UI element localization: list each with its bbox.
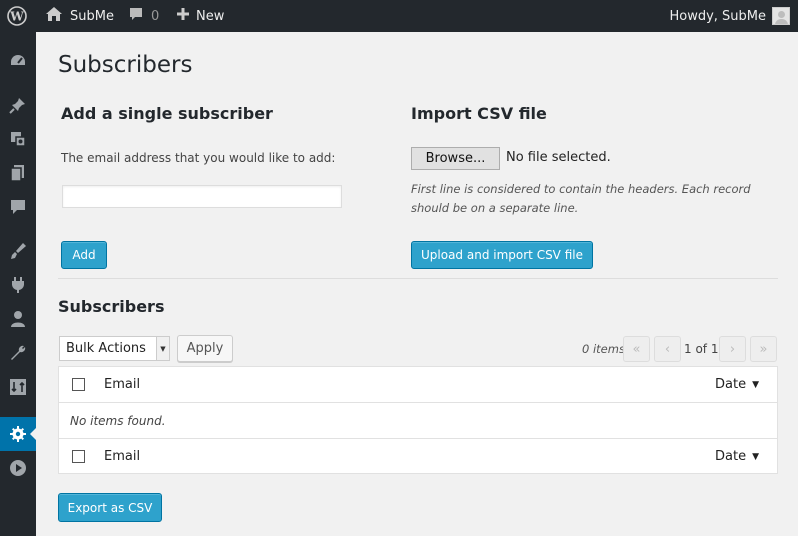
subscribers-heading: Subscribers	[58, 297, 165, 316]
apply-button[interactable]: Apply	[177, 335, 233, 362]
email-description: The email address that you would like to…	[61, 151, 336, 165]
subscribers-table: Email Date ▼ No items found. Email Date …	[58, 366, 778, 474]
comments-link[interactable]: 0	[128, 0, 159, 32]
email-field[interactable]	[62, 185, 342, 208]
play-icon[interactable]	[0, 451, 36, 485]
select-all-checkbox[interactable]	[72, 378, 85, 391]
comment-bubble-icon	[128, 6, 144, 26]
import-csv-heading: Import CSV file	[411, 104, 547, 123]
table-empty-row: No items found.	[59, 403, 777, 439]
add-button[interactable]: Add	[61, 241, 107, 269]
site-name-link[interactable]: SubMe	[45, 0, 114, 32]
export-csv-button[interactable]: Export as CSV	[58, 493, 162, 522]
pin-icon[interactable]	[0, 88, 36, 122]
settings-icon[interactable]	[0, 417, 36, 451]
howdy-text: Howdy, SubMe	[669, 8, 766, 24]
sort-caret-icon: ▼	[752, 379, 759, 390]
admin-sidebar	[0, 32, 36, 536]
column-date-sort[interactable]: Date ▼	[715, 377, 759, 392]
last-page-button[interactable]: »	[750, 336, 777, 362]
browse-button[interactable]: Browse...	[411, 147, 500, 170]
admin-bar: W SubMe 0 New Howdy, SubMe	[0, 0, 798, 32]
comments-count: 0	[151, 8, 160, 24]
tools-icon[interactable]	[0, 336, 36, 370]
bulk-actions-value: Bulk Actions	[66, 341, 146, 356]
chevron-down-icon: ▼	[156, 337, 169, 360]
no-file-text: No file selected.	[506, 150, 611, 165]
csv-note: First line is considered to contain the …	[411, 182, 751, 215]
appearance-icon[interactable]	[0, 234, 36, 268]
table-footer-row: Email Date ▼	[59, 438, 777, 474]
column-email[interactable]: Email	[104, 377, 140, 392]
home-icon	[45, 6, 63, 26]
avatar	[772, 7, 790, 25]
page-indicator: 1 of 1	[684, 342, 719, 356]
account-menu[interactable]: Howdy, SubMe	[669, 0, 790, 32]
column-date-label-footer: Date	[715, 449, 747, 464]
new-content-link[interactable]: New	[176, 0, 224, 32]
pages-icon[interactable]	[0, 156, 36, 190]
site-name: SubMe	[70, 8, 114, 24]
prev-page-button[interactable]: ‹	[654, 336, 681, 362]
column-date-sort-footer[interactable]: Date ▼	[715, 449, 759, 464]
dashboard-icon[interactable]	[0, 44, 36, 78]
table-header-row: Email Date ▼	[59, 367, 777, 403]
comments-icon[interactable]	[0, 190, 36, 224]
wordpress-logo-icon[interactable]: W	[7, 0, 27, 32]
column-email-footer[interactable]: Email	[104, 449, 140, 464]
new-label: New	[196, 8, 225, 24]
svg-text:W: W	[9, 10, 24, 24]
import-export-icon[interactable]	[0, 370, 36, 404]
add-single-heading: Add a single subscriber	[61, 104, 273, 123]
media-icon[interactable]	[0, 122, 36, 156]
page-title: Subscribers	[58, 52, 193, 78]
upload-import-button[interactable]: Upload and import CSV file	[411, 241, 593, 269]
section-divider	[58, 278, 778, 279]
no-items-text: No items found.	[70, 414, 166, 428]
items-count: 0 items	[582, 342, 625, 356]
plugins-icon[interactable]	[0, 268, 36, 302]
bulk-actions-select[interactable]: Bulk Actions ▼	[59, 336, 170, 361]
sort-caret-icon: ▼	[752, 451, 759, 462]
next-page-button[interactable]: ›	[719, 336, 746, 362]
column-date-label: Date	[715, 377, 747, 392]
users-icon[interactable]	[0, 302, 36, 336]
first-page-button[interactable]: «	[623, 336, 650, 362]
plus-icon	[176, 7, 190, 25]
select-all-checkbox-footer[interactable]	[72, 450, 85, 463]
